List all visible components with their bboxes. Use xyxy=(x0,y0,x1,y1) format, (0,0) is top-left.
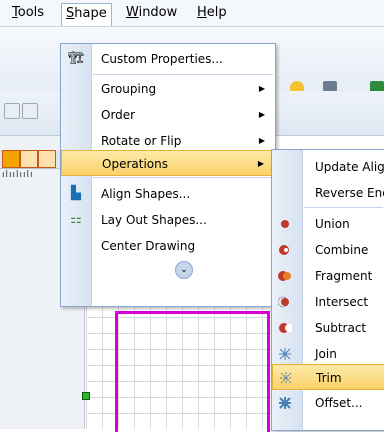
menu-item-update-alignment[interactable]: Update Alig xyxy=(272,154,384,180)
menu-help-rest: elp xyxy=(206,5,227,20)
menu-item-label: Custom Properties... xyxy=(101,52,223,66)
menu-item-label: Operations xyxy=(102,157,168,171)
menu-item-label: Lay Out Shapes... xyxy=(101,213,207,227)
subtract-icon xyxy=(279,323,292,333)
submenu-arrow-icon: ▶ xyxy=(258,110,265,119)
shape-swatch-icon[interactable] xyxy=(2,150,20,168)
menu-item-label: Update Alig xyxy=(315,160,384,174)
menu-item-label: Grouping xyxy=(101,82,157,96)
menu-separator xyxy=(93,74,273,75)
menu-item-order[interactable]: Order ▶ xyxy=(61,102,275,128)
menu-shape[interactable]: Shape xyxy=(61,3,112,26)
menu-item-subtract[interactable]: Subtract xyxy=(272,315,384,341)
intersect-icon xyxy=(278,296,289,308)
shape-swatch-icon-2[interactable] xyxy=(20,150,38,168)
menu-item-operations[interactable]: Operations ▶ xyxy=(61,150,275,176)
menu-item-combine[interactable]: Combine xyxy=(272,237,384,263)
menu-item-label: Union xyxy=(315,217,350,231)
menu-item-align-shapes[interactable]: ▙ Align Shapes... xyxy=(61,181,275,207)
menu-item-label: Intersect xyxy=(315,295,369,309)
union-icon xyxy=(281,220,289,228)
chevron-double-down-icon[interactable]: ⌄ xyxy=(175,261,193,279)
menu-bar: Tools Shape Window Help xyxy=(0,0,384,27)
menu-item-trim[interactable]: Trim xyxy=(272,364,384,390)
menu-help[interactable]: Help xyxy=(193,3,231,23)
menu-item-lay-out-shapes[interactable]: ⚏ Lay Out Shapes... xyxy=(61,207,275,233)
menu-tools[interactable]: Tools xyxy=(8,3,48,23)
menu-item-label: Order xyxy=(101,108,136,122)
menu-item-label: Trim xyxy=(316,371,342,385)
selection-handle[interactable] xyxy=(82,392,90,400)
menu-item-offset[interactable]: Offset... xyxy=(272,390,384,416)
menu-item-label: Fragment xyxy=(315,269,373,283)
custom-properties-icon: 🏗 xyxy=(68,51,85,66)
menu-item-label: Align Shapes... xyxy=(101,187,191,201)
menu-item-label: Center Drawing xyxy=(101,239,196,253)
menu-item-union[interactable]: Union xyxy=(272,211,384,237)
fragment-icon xyxy=(278,271,291,281)
ruler-marks: ılıılıılı xyxy=(2,170,34,180)
toolbar-button-icon-2[interactable] xyxy=(22,103,38,119)
menu-separator xyxy=(304,207,383,208)
menu-separator xyxy=(93,177,273,178)
operations-submenu: Update Alig Reverse End Union Combine Fr… xyxy=(271,149,384,431)
selected-shape[interactable] xyxy=(115,311,270,432)
menu-item-center-drawing[interactable]: Center Drawing xyxy=(61,233,275,259)
join-icon xyxy=(279,348,291,360)
menu-item-custom-properties[interactable]: 🏗 Custom Properties... xyxy=(61,46,275,72)
menu-item-intersect[interactable]: Intersect xyxy=(272,289,384,315)
menu-shape-rest: hape xyxy=(74,6,107,21)
toolbar-button-icon[interactable] xyxy=(4,103,20,119)
trim-icon xyxy=(280,372,292,384)
menu-window-rest: indow xyxy=(138,5,178,20)
menu-item-fragment[interactable]: Fragment xyxy=(272,263,384,289)
shape-menu: 🏗 Custom Properties... Grouping ▶ Order … xyxy=(60,43,276,307)
offset-icon xyxy=(279,397,291,409)
combine-icon xyxy=(279,245,289,255)
menu-tools-rest: ools xyxy=(17,5,45,20)
menu-item-label: Reverse End xyxy=(315,186,384,200)
submenu-arrow-icon: ▶ xyxy=(257,159,264,168)
menu-item-grouping[interactable]: Grouping ▶ xyxy=(61,76,275,102)
submenu-arrow-icon: ▶ xyxy=(258,84,265,93)
menu-item-reverse-ends[interactable]: Reverse End xyxy=(272,180,384,206)
align-shapes-icon: ▙ xyxy=(71,186,81,201)
lay-out-shapes-icon: ⚏ xyxy=(70,212,82,227)
shape-swatch-icon-3[interactable] xyxy=(38,150,56,168)
menu-item-label: Combine xyxy=(315,243,369,257)
menu-item-label: Subtract xyxy=(315,321,367,335)
menu-item-label: Offset... xyxy=(315,396,363,410)
menu-window[interactable]: Window xyxy=(122,3,181,23)
